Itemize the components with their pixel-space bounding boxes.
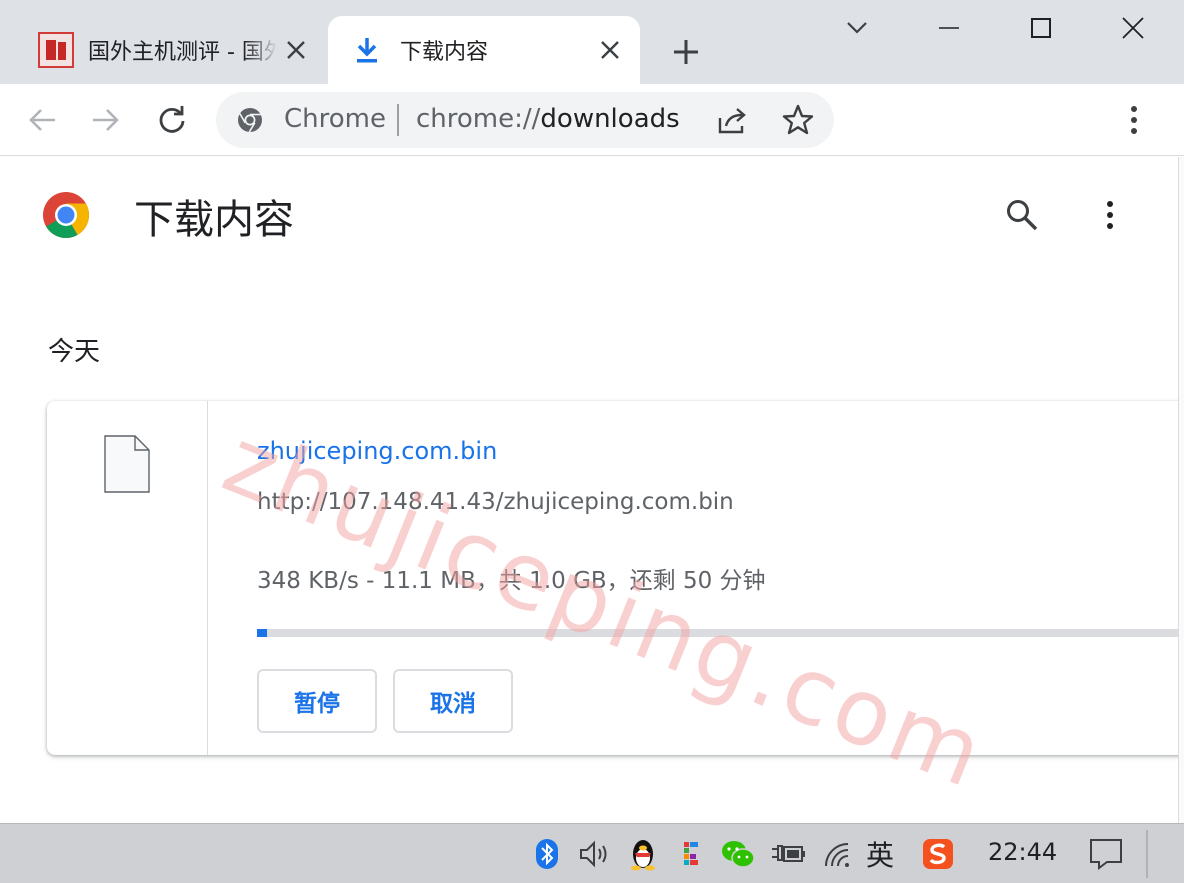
forward-button[interactable] xyxy=(86,100,126,140)
browser-toolbar: Chrome chrome://downloads xyxy=(0,84,1184,156)
page-scrollbar[interactable] xyxy=(1178,157,1184,823)
qq-penguin-icon xyxy=(631,840,655,871)
close-window-button[interactable] xyxy=(1110,8,1156,48)
battery-plug-icon xyxy=(772,845,805,862)
bookmark-star-icon[interactable] xyxy=(780,102,816,138)
maximize-icon xyxy=(1031,18,1051,38)
bluetooth-icon xyxy=(536,839,558,869)
chrome-icon xyxy=(238,108,262,133)
browser-menu-button[interactable] xyxy=(1116,100,1152,140)
url-path: downloads xyxy=(540,104,680,134)
file-icon xyxy=(104,435,150,493)
date-heading: 今天 xyxy=(48,337,101,367)
card-divider xyxy=(207,401,208,755)
wechat-tray[interactable] xyxy=(718,836,758,872)
more-vert-icon xyxy=(1107,201,1113,229)
download-icon xyxy=(357,38,377,63)
plus-icon xyxy=(674,40,698,64)
colorful-e-icon xyxy=(684,842,698,865)
notification-center-button[interactable] xyxy=(1086,836,1126,872)
page-title: 下载内容 xyxy=(134,197,294,243)
bluetooth-tray[interactable] xyxy=(532,836,562,872)
tab-close-icon[interactable] xyxy=(280,34,312,66)
maximize-button[interactable] xyxy=(1018,8,1064,48)
site-favicon-icon xyxy=(38,32,74,68)
tab-zhujiceping[interactable]: 国外主机测评 - 国外VPS、国外服务器 xyxy=(0,16,326,84)
tab-close-icon[interactable] xyxy=(594,34,626,66)
tab-search-button[interactable] xyxy=(834,8,880,48)
reload-icon xyxy=(159,106,185,133)
back-button[interactable] xyxy=(22,100,62,140)
pause-button[interactable]: 暂停 xyxy=(257,669,377,733)
downloads-menu-button[interactable] xyxy=(1094,195,1126,235)
app-tray-e[interactable] xyxy=(676,836,706,872)
speaker-icon xyxy=(580,840,607,868)
show-desktop-divider xyxy=(1146,830,1148,878)
chevron-down-icon xyxy=(847,22,867,34)
wifi-icon xyxy=(825,843,849,867)
sogou-s-icon xyxy=(923,839,953,869)
new-tab-button[interactable] xyxy=(666,32,706,72)
sogou-tray[interactable] xyxy=(920,836,956,872)
power-tray[interactable] xyxy=(768,836,808,872)
omnibox-separator xyxy=(397,104,399,136)
url-text[interactable]: chrome://downloads xyxy=(416,104,680,134)
close-icon xyxy=(1122,17,1144,39)
downloads-page: 下载内容 今天 zhujiceping.com.bin http://107.1… xyxy=(0,157,1184,823)
share-icon[interactable] xyxy=(716,104,752,136)
search-icon[interactable] xyxy=(1002,195,1042,235)
minimize-button[interactable] xyxy=(926,8,972,48)
cancel-button[interactable]: 取消 xyxy=(393,669,513,733)
taskbar: 英 22:44 xyxy=(0,823,1184,883)
arrow-left-icon xyxy=(29,109,55,131)
more-vert-icon xyxy=(1131,106,1137,134)
notification-icon xyxy=(1090,839,1122,870)
reload-button[interactable] xyxy=(152,100,192,140)
network-tray[interactable] xyxy=(820,836,856,872)
volume-tray[interactable] xyxy=(576,836,614,872)
system-clock[interactable]: 22:44 xyxy=(988,838,1057,866)
chrome-logo-icon xyxy=(43,192,90,238)
wechat-icon xyxy=(722,841,755,868)
input-method-indicator[interactable]: 英 xyxy=(866,834,894,874)
url-scheme: chrome:// xyxy=(416,104,541,134)
tab-title: 国外主机测评 - 国外VPS、国外服务器 xyxy=(88,40,278,65)
tab-title: 下载内容 xyxy=(400,40,489,65)
tab-downloads[interactable]: 下载内容 xyxy=(328,16,640,84)
site-label: Chrome xyxy=(284,104,386,134)
tab-strip: 国外主机测评 - 国外VPS、国外服务器 下载内容 xyxy=(0,0,1184,84)
progress-fill xyxy=(257,629,268,637)
arrow-right-icon xyxy=(93,109,119,131)
minimize-icon xyxy=(939,27,959,29)
address-bar[interactable]: Chrome chrome://downloads xyxy=(216,92,834,148)
qq-tray[interactable] xyxy=(626,836,660,872)
